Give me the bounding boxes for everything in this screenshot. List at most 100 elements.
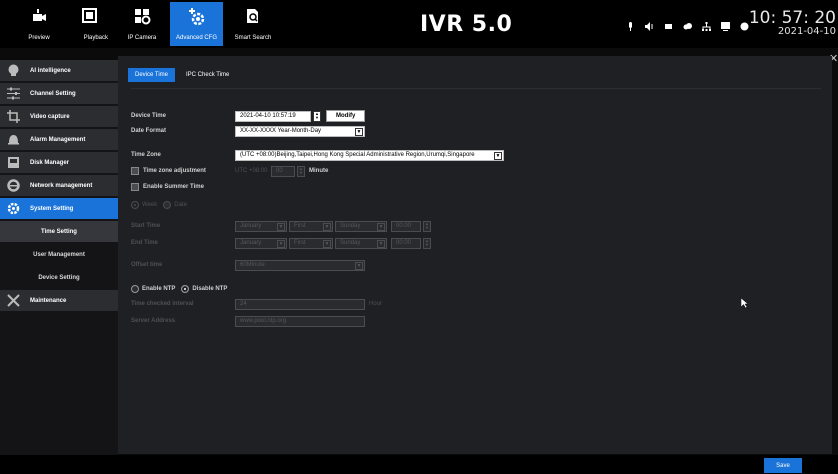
offset-select[interactable]: 60Minute ▼ [235,259,365,271]
sidebar-item-channel-setting[interactable]: Channel Setting [0,83,118,104]
sidebar-item-ai-intelligence[interactable]: AI intelligence [0,60,118,81]
tz-adjust-checkbox[interactable] [131,167,139,175]
record-icon[interactable] [664,18,673,29]
ntp-interval-row: Time checked interval 24 Hour [131,298,382,310]
end-month-select[interactable]: January ▼ [235,237,287,249]
smart-search-button[interactable]: Smart Search [226,2,280,46]
ip-camera-button[interactable]: IP Camera [118,2,166,46]
end-day-value: Sunday [340,240,361,246]
sidebar-item-label: Alarm Management [30,136,86,143]
sidebar-subitem-time-setting[interactable]: Time Setting [0,221,118,242]
smart-search-icon [247,9,258,23]
network-icon[interactable] [702,18,711,31]
tz-adjust-field[interactable]: 00 [271,165,295,177]
save-button[interactable]: Save [764,458,802,473]
start-day-select[interactable]: Sunday ▼ [335,220,387,232]
time-zone-select[interactable]: (UTC +08:00)Beijing,Taipei,Hong Kong Spe… [235,149,504,161]
enable-ntp-radio[interactable] [131,285,139,293]
ntp-interval-field[interactable]: 24 [235,298,365,310]
clock-time: 10: 57: 20 [748,8,836,28]
start-time-stepper[interactable]: ▲ ▼ [423,220,431,232]
server-address-field[interactable]: www.pool.ntp.org [235,315,365,327]
tz-adjust-stepper[interactable]: ▲ ▼ [297,165,305,177]
mouse-cursor-icon [741,298,749,308]
microphone-icon[interactable] [626,18,635,31]
monitor-icon[interactable] [721,18,730,31]
date-radio[interactable] [163,201,172,209]
advanced-cfg-label: Advanced CFG [175,35,218,41]
tab-device-time[interactable]: Device Time [128,68,176,82]
offset-label: Offset time [131,262,163,268]
sidebar-item-alarm-management[interactable]: Alarm Management [0,129,118,150]
ip-camera-icon [134,9,150,25]
sidebar-item-maintenance[interactable]: Maintenance [0,290,118,311]
speaker-icon[interactable] [645,18,654,31]
sidebar-item-network-management[interactable]: Network management [0,175,118,196]
start-time-row: Start Time January ▼ First ▼ Sunday ▼ 00:00… [131,220,431,232]
ip-camera-label: IP Camera [127,35,157,41]
sidebar-subitem-device-setting[interactable]: Device Setting [0,267,118,288]
disable-ntp-radio[interactable] [181,285,190,293]
sidebar-subitem-user-management[interactable]: User Management [0,244,118,265]
playback-button[interactable]: Playback [62,2,114,46]
tz-adjust-unit: Minute [309,168,329,174]
preview-button[interactable]: Preview [13,2,65,46]
end-week-select[interactable]: First ▼ [289,237,333,249]
chevron-down-icon: ▼ [277,222,285,231]
app-window: Preview Playback IP Camera Advanced CFG … [0,0,838,474]
summer-time-checkbox[interactable] [131,183,139,191]
advanced-cfg-button[interactable]: Advanced CFG [170,2,223,46]
start-time-field[interactable]: 00:00 [391,220,421,232]
status-icons [626,18,749,31]
tab-bar: Device Time IPC Check Time [128,68,236,82]
disk-icon [8,157,19,168]
start-time-label: Start Time [131,223,161,229]
chevron-down-icon: ▼ [355,127,363,136]
date-format-select[interactable]: XX-XX-XXXX Year-Month-Day ▼ [235,125,365,137]
advanced-cfg-icon [188,8,204,26]
week-date-row: Week Date [131,199,187,211]
server-address-label: Server Address [131,318,176,324]
chevron-down-icon: ▼ [323,222,331,231]
end-time-row: End Time January ▼ First ▼ Sunday ▼ 00:00 ▲… [131,237,431,249]
top-bar: Preview Playback IP Camera Advanced CFG … [0,0,838,48]
start-week-value: First [294,223,306,229]
sidebar: AI intelligence Channel Setting Video ca… [0,60,118,474]
sidebar-item-disk-manager[interactable]: Disk Manager [0,152,118,173]
chevron-down-icon: ▼ [377,239,385,248]
playback-icon [82,8,97,23]
system-gear-icon [7,202,20,215]
sidebar-item-video-capture[interactable]: Video capture [0,106,118,127]
ai-brain-icon [8,64,19,76]
date-format-row: Date Format XX-XX-XXXX Year-Month-Day ▼ [131,125,365,137]
date-label: Date [174,202,187,208]
modify-button[interactable]: Modify [326,110,366,122]
enable-ntp-label: Enable NTP [142,286,176,292]
device-time-stepper[interactable]: ▲ ▼ [313,110,321,122]
end-time-field[interactable]: 00:00 [391,237,421,249]
sidebar-item-label: AI intelligence [30,67,71,74]
cloud-icon[interactable] [683,18,692,30]
tz-adjust-row: Time zone adjustment UTC +08:00 00 ▲ ▼ Mi… [131,165,328,177]
device-time-field[interactable]: 2021-04-10 10:57:19 [235,110,311,122]
start-week-select[interactable]: First ▼ [289,220,333,232]
end-time-stepper[interactable]: ▲ ▼ [423,237,431,249]
sidebar-item-system-setting[interactable]: System Setting [0,198,118,219]
channel-sliders-icon [7,87,20,100]
time-zone-label: Time Zone [131,152,161,158]
week-radio[interactable] [131,201,139,209]
chevron-down-icon: ▼ [377,222,385,231]
start-month-value: January [240,223,262,229]
start-month-select[interactable]: January ▼ [235,220,287,232]
time-zone-row: Time Zone (UTC +08:00)Beijing,Taipei,Hon… [131,149,504,161]
end-day-select[interactable]: Sunday ▼ [335,237,387,249]
tab-ipc-check-time[interactable]: IPC Check Time [179,68,236,82]
ntp-interval-unit: Hour [369,301,383,307]
sidebar-item-label: Disk Manager [30,159,70,166]
chevron-down-icon: ▼ [277,239,285,248]
video-capture-icon [7,110,20,123]
smart-search-label: Smart Search [234,35,272,41]
summer-time-label: Enable Summer Time [143,184,204,190]
time-zone-value: (UTC +08:00)Beijing,Taipei,Hong Kong Spe… [240,152,475,158]
chevron-down-icon: ▼ [494,151,502,160]
